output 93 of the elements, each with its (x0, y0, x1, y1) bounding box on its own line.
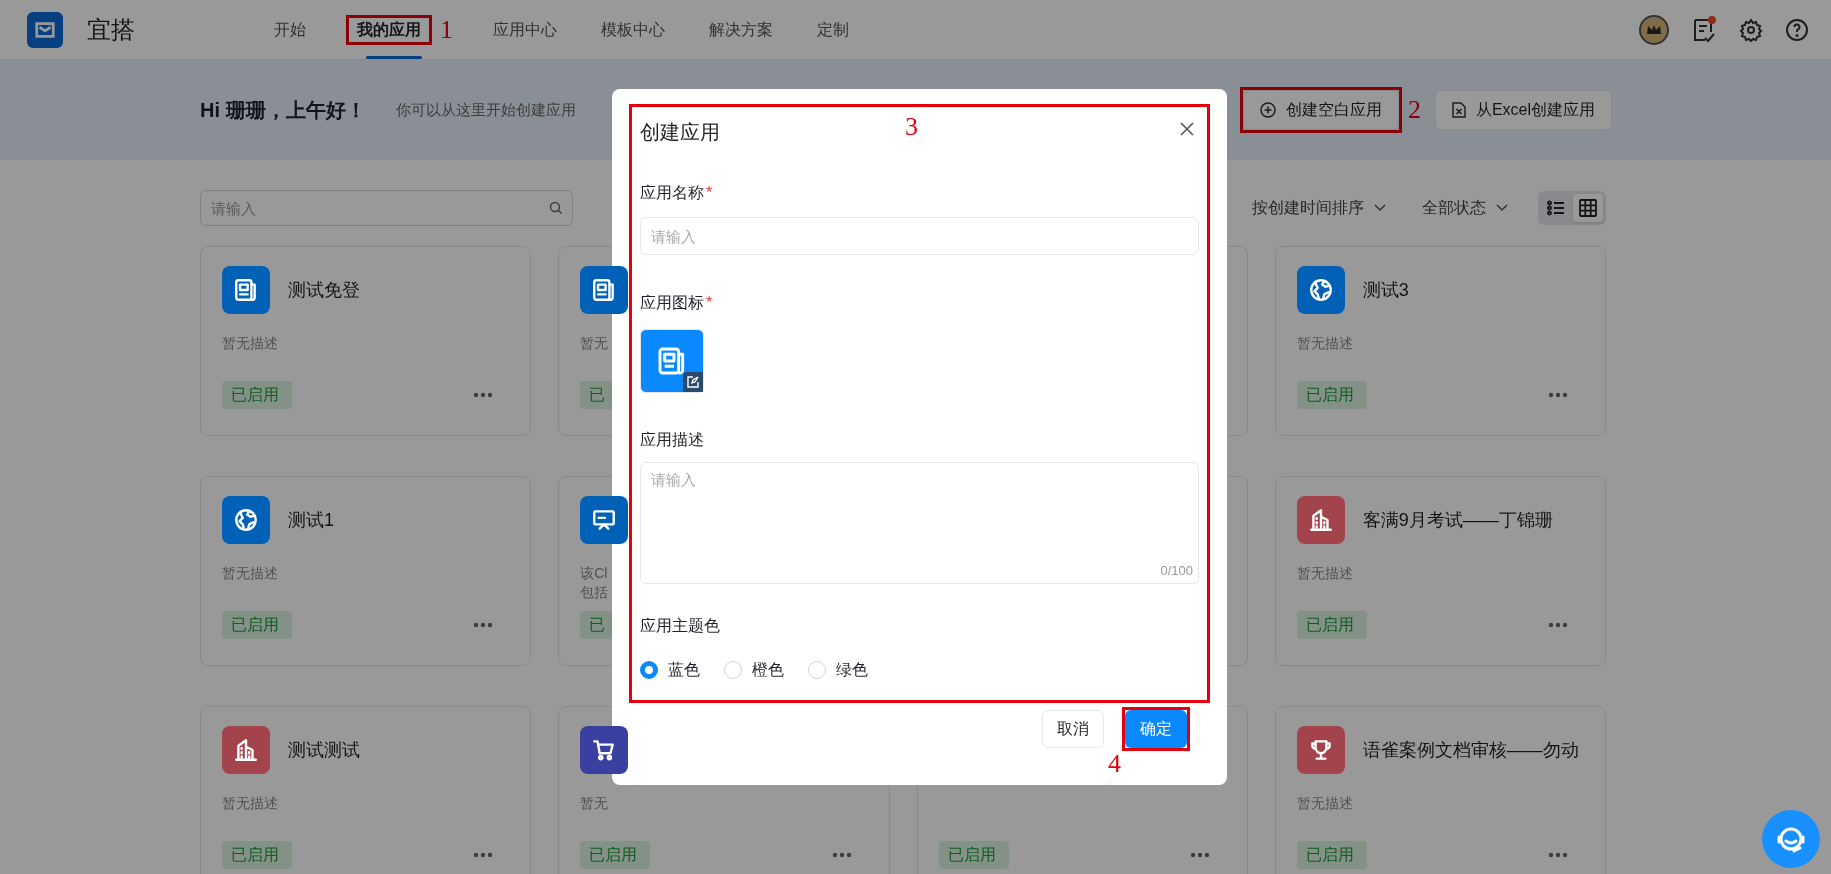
dialog-title: 创建应用 (640, 120, 720, 145)
sort-dropdown[interactable]: 按创建时间排序 (1252, 196, 1386, 220)
greeting: Hi 珊珊，上午好！ (200, 98, 366, 123)
nav-tab[interactable]: 应用中心 (489, 11, 561, 48)
status-tag: 已启用 (580, 841, 651, 869)
search-icon (549, 201, 563, 215)
status-tag: 已启用 (1296, 841, 1367, 869)
app-description: 暂无 (580, 794, 609, 813)
app-name: 语雀案例文档审核——勿动 (1362, 738, 1579, 762)
app-description: 暂无描述 (222, 794, 278, 813)
close-icon (1179, 121, 1195, 137)
confirm-button[interactable]: 确定 (1125, 710, 1187, 748)
app-icon-picker[interactable] (640, 329, 704, 393)
edit-icon[interactable] (683, 372, 703, 392)
app-description: 暂无描述 (1296, 794, 1353, 813)
status-tag: 已启用 (1296, 381, 1367, 409)
grid-view-icon (1579, 199, 1597, 217)
create-button[interactable]: 从Excel创建应用 (1434, 90, 1612, 130)
create-button[interactable]: 创建空白应用 (1242, 90, 1399, 130)
annotation-number: 1 (440, 16, 453, 43)
required-asterisk: * (706, 293, 713, 313)
checklist-icon[interactable] (1691, 15, 1717, 44)
logo-icon[interactable] (27, 11, 63, 48)
app-card[interactable]: 测试测试 暂无描述 已启用 (200, 706, 532, 874)
status-tag: 已启用 (938, 841, 1009, 869)
annotation-number: 3 (905, 112, 918, 141)
list-view-icon (1547, 200, 1565, 216)
app-name: 测试1 (288, 508, 334, 532)
app-card[interactable]: 语雀案例文档审核——勿动 暂无描述 已启用 (1274, 706, 1606, 874)
app-name: 测试3 (1362, 278, 1409, 302)
more-icon[interactable] (1548, 622, 1568, 628)
more-icon[interactable] (831, 852, 852, 858)
app-description: 暂无描述 (1296, 564, 1353, 583)
nav-tab[interactable]: 我的应用 (353, 14, 425, 44)
more-icon[interactable] (473, 852, 494, 858)
app-card[interactable]: 测试3 暂无描述 已启用 (1274, 246, 1606, 436)
app-card[interactable]: 测试免登 暂无描述 已启用 (200, 246, 532, 436)
chevron-down-icon (1374, 204, 1386, 212)
more-icon[interactable] (473, 392, 494, 398)
app-card[interactable]: 客满9月考试——丁锦珊 暂无描述 已启用 (1274, 476, 1606, 666)
field-label: 应用名称 (640, 183, 704, 203)
globe-icon (233, 507, 259, 533)
app-description: 该Cl (580, 564, 608, 583)
newspaper-icon (233, 277, 259, 303)
more-icon[interactable] (473, 622, 494, 628)
more-icon[interactable] (1548, 852, 1568, 858)
presentation-icon (591, 507, 618, 533)
app-name: 测试免登 (288, 278, 360, 302)
nav-tab[interactable]: 开始 (270, 11, 310, 48)
app-description: 暂无描述 (222, 564, 278, 583)
required-asterisk: * (706, 183, 713, 203)
plus-circle-icon (1259, 102, 1276, 118)
cancel-button[interactable]: 取消 (1042, 710, 1104, 748)
theme-radio[interactable]: 蓝色 (640, 658, 700, 682)
app-card[interactable]: 测试1 暂无描述 已启用 (200, 476, 532, 666)
app-name: 客满9月考试——丁锦珊 (1362, 508, 1553, 532)
active-tab-indicator (366, 56, 422, 59)
field-label: 应用描述 (640, 431, 704, 448)
excel-file-icon (1451, 102, 1466, 118)
name-input-field[interactable]: 请输入 (640, 217, 1199, 255)
subtitle: 你可以从这里开始创建应用 (395, 99, 576, 120)
theme-radio[interactable]: 绿色 (808, 658, 868, 682)
help-bubble-button[interactable] (1762, 810, 1820, 868)
annotation-number: 2 (1407, 97, 1421, 123)
app-description: 暂无描述 (1296, 334, 1353, 353)
search-field[interactable]: 请输入 (200, 190, 573, 226)
character-counter: 0/100 (1160, 561, 1193, 580)
app-description: 包括 (580, 583, 609, 602)
app-description: 暂无描述 (222, 334, 278, 353)
more-icon[interactable] (1548, 392, 1568, 398)
nav-tab[interactable]: 模板中心 (597, 11, 669, 48)
status-tag: 已启用 (222, 381, 292, 409)
more-icon[interactable] (1189, 852, 1210, 858)
building-icon (1307, 507, 1334, 533)
settings-icon[interactable] (1739, 17, 1763, 42)
help-icon[interactable] (1785, 17, 1809, 42)
status-tag: 已启用 (1296, 611, 1367, 639)
status-tag: 已启用 (222, 611, 292, 639)
nav-tab[interactable]: 解决方案 (705, 11, 777, 48)
status-dropdown[interactable]: 全部状态 (1422, 196, 1508, 220)
crown-avatar-icon[interactable] (1639, 14, 1669, 45)
view-toggle-button[interactable] (1573, 194, 1603, 222)
app-name: 测试测试 (288, 738, 360, 762)
building-icon (233, 737, 259, 763)
theme-radio[interactable]: 橙色 (724, 658, 784, 682)
app-title: 宜搭 (87, 14, 135, 45)
app-description: 暂无 (580, 334, 609, 353)
status-tag: 已启用 (222, 841, 292, 869)
chevron-down-icon (1496, 204, 1508, 212)
field-label: 应用图标 (640, 293, 704, 313)
annotation-number: 4 (1108, 749, 1121, 778)
globe-icon (1307, 277, 1334, 303)
nav-tab[interactable]: 定制 (813, 11, 853, 48)
